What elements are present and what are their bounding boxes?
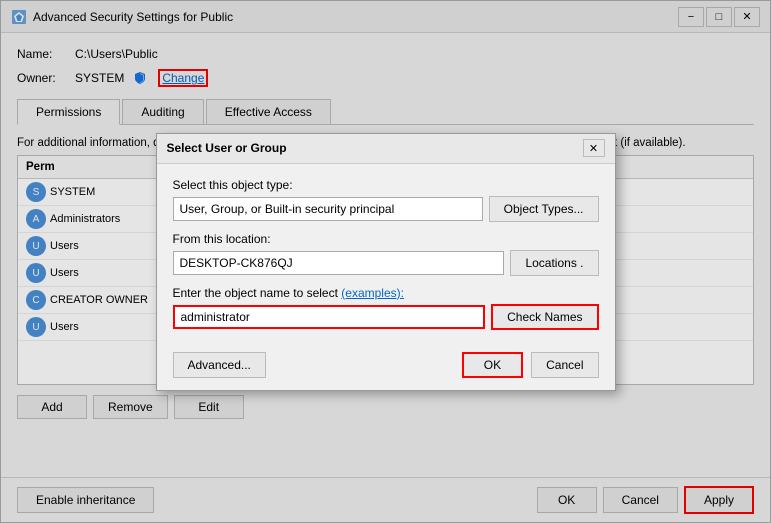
main-window: Advanced Security Settings for Public − … <box>0 0 771 523</box>
location-section: From this location: Locations . <box>173 232 599 276</box>
dialog-title-bar: Select User or Group ✕ <box>157 134 615 164</box>
examples-link[interactable]: (examples): <box>341 286 404 300</box>
object-name-row: Check Names <box>173 304 599 330</box>
object-name-section: Enter the object name to select (example… <box>173 286 599 330</box>
dialog-cancel-button[interactable]: Cancel <box>531 352 598 378</box>
select-user-dialog: Select User or Group ✕ Select this objec… <box>156 133 616 391</box>
location-label: From this location: <box>173 232 599 246</box>
dialog-footer-right: OK Cancel <box>462 352 599 378</box>
object-type-row: Object Types... <box>173 196 599 222</box>
object-name-input[interactable] <box>173 305 486 329</box>
object-name-label: Enter the object name to select (example… <box>173 286 599 300</box>
dialog-title: Select User or Group <box>167 141 287 155</box>
object-type-input[interactable] <box>173 197 483 221</box>
locations-button[interactable]: Locations . <box>510 250 598 276</box>
advanced-button[interactable]: Advanced... <box>173 352 266 378</box>
dialog-overlay: Select User or Group ✕ Select this objec… <box>1 1 770 522</box>
dialog-content: Select this object type: Object Types...… <box>157 164 615 344</box>
object-type-label: Select this object type: <box>173 178 599 192</box>
object-types-button[interactable]: Object Types... <box>489 196 599 222</box>
dialog-ok-button[interactable]: OK <box>462 352 523 378</box>
dialog-footer: Advanced... OK Cancel <box>157 344 615 390</box>
check-names-button[interactable]: Check Names <box>491 304 598 330</box>
location-input[interactable] <box>173 251 505 275</box>
dialog-close-button[interactable]: ✕ <box>583 139 605 157</box>
object-type-section: Select this object type: Object Types... <box>173 178 599 222</box>
location-row: Locations . <box>173 250 599 276</box>
